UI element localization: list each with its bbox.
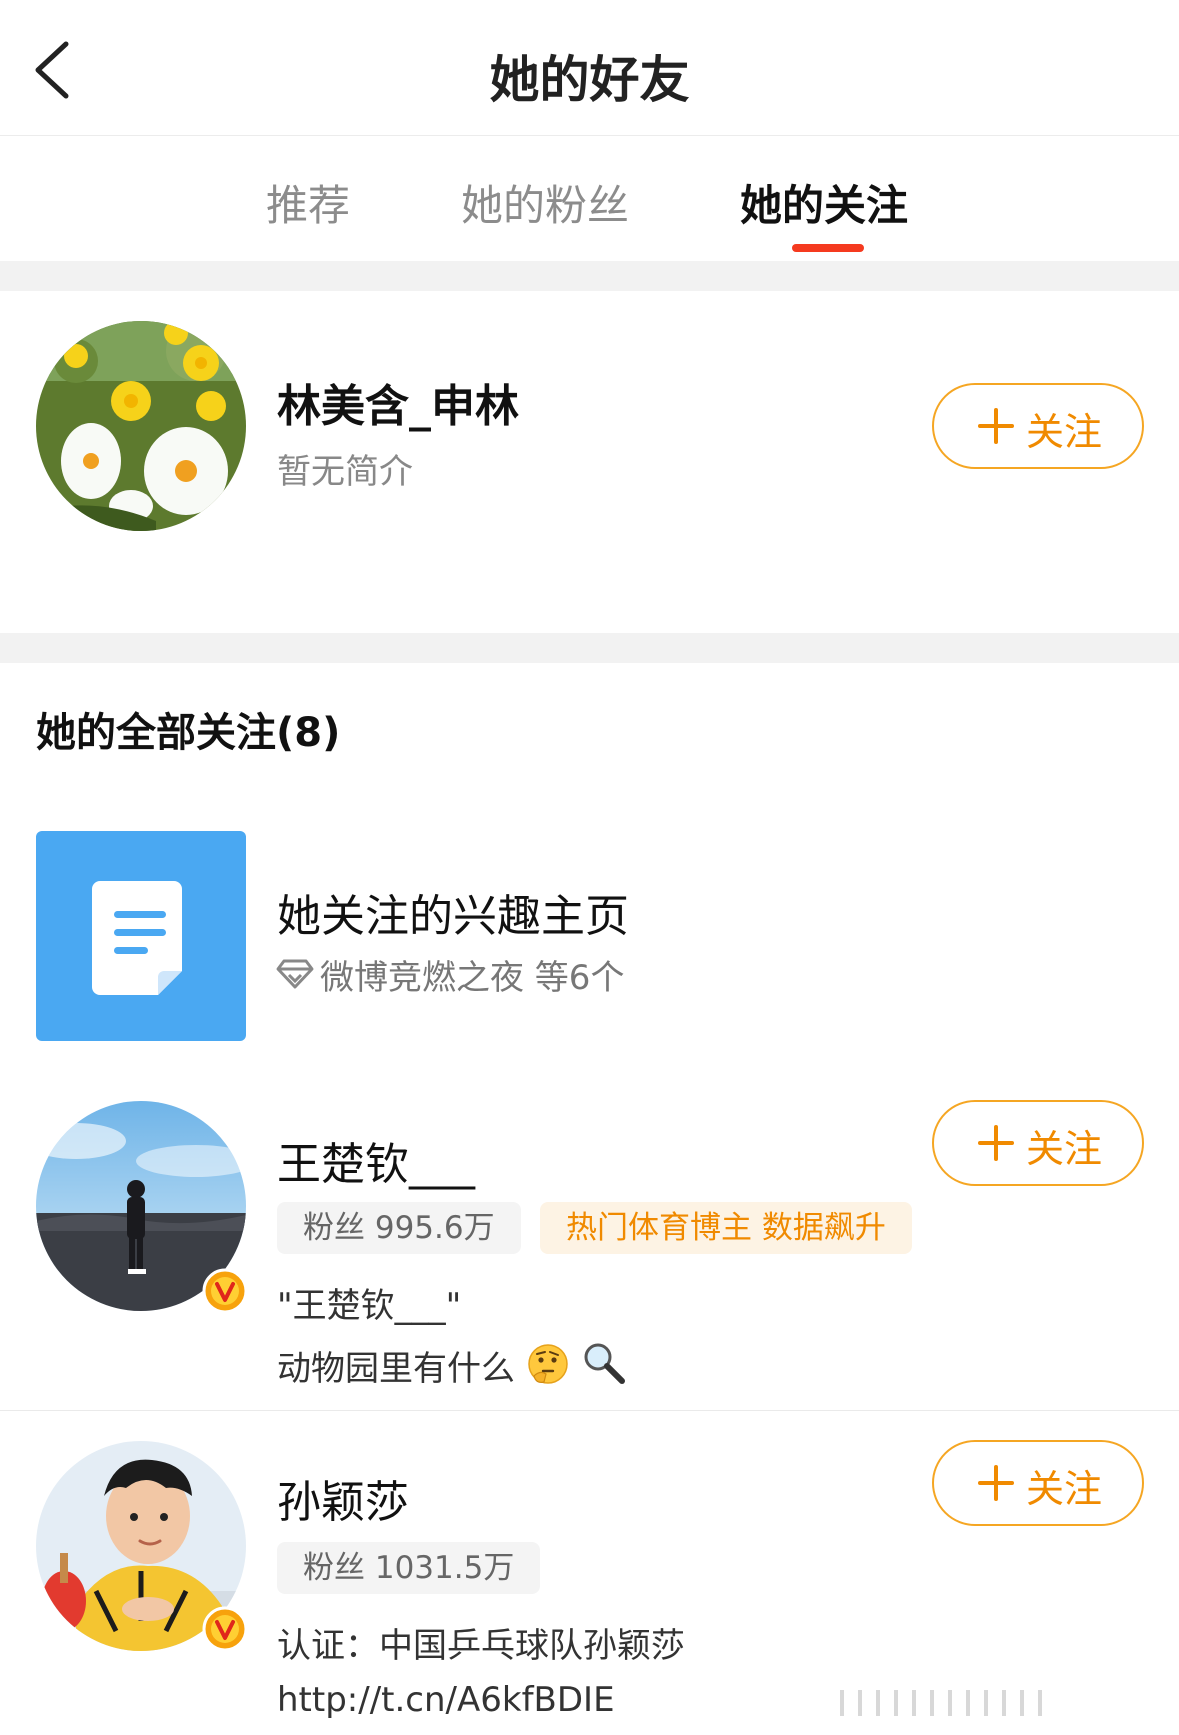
verified-badge-icon [202,1268,248,1314]
follow-label: 关注 [1026,410,1103,454]
diamond-icon [276,959,314,989]
profile-bio: 暂无简介 [277,452,413,492]
flower-avatar-image [36,321,246,531]
interest-pages-detail: 微博竞燃之夜 等6个 [320,958,625,998]
follow-label: 关注 [1026,1467,1103,1511]
tab-bar: 推荐 她的粉丝 她的关注 [0,136,1179,261]
user-name[interactable]: 孙颖莎 [277,1466,409,1530]
thinking-face-icon [528,1344,568,1384]
following-section-title: 她的全部关注(8) [36,710,341,756]
fans-count-badge: 粉丝 1031.5万 [277,1542,541,1594]
user-link[interactable]: http://t.cn/A6kfBDIE [277,1680,615,1720]
section-divider [0,261,1179,291]
user-description-text: 动物园里有什么 [277,1349,515,1389]
interest-pages-title[interactable]: 她关注的兴趣主页 [277,880,629,944]
plus-icon [978,1125,1014,1161]
verified-badge-icon [202,1606,248,1652]
plus-icon [978,408,1014,444]
scroll-indicator [840,1690,1170,1716]
interest-pages-icon[interactable] [36,831,246,1041]
list-divider [0,1410,1179,1411]
active-tab-indicator [792,244,864,252]
page-title: 她的好友 [489,51,690,109]
top-bar: 她的好友 [0,0,1179,136]
follow-label: 关注 [1026,1127,1103,1171]
fans-count-badge: 粉丝 995.6万 [277,1202,521,1254]
magnifier-icon [584,1343,625,1384]
user-description: "王楚钦___" [277,1286,462,1326]
tab-her-fans[interactable]: 她的粉丝 [461,172,629,233]
follow-button[interactable]: 关注 [932,383,1144,469]
hot-tag-badge[interactable]: 热门体育博主 数据飙升 [540,1202,912,1254]
follow-button[interactable]: 关注 [932,1440,1144,1526]
tab-her-following[interactable]: 她的关注 [740,172,908,233]
document-icon [92,881,182,995]
avatar[interactable] [36,321,246,531]
tab-recommend[interactable]: 推荐 [266,172,350,233]
user-description: 认证：中国乒乓球队孙颖莎 [277,1626,685,1666]
user-description-line2: 动物园里有什么 [277,1340,627,1390]
user-name[interactable]: 王楚钦___ [277,1128,475,1192]
profile-name[interactable]: 林美含_申林 [277,370,519,434]
follow-button[interactable]: 关注 [932,1100,1144,1186]
plus-icon [978,1465,1014,1501]
section-divider [0,633,1179,663]
